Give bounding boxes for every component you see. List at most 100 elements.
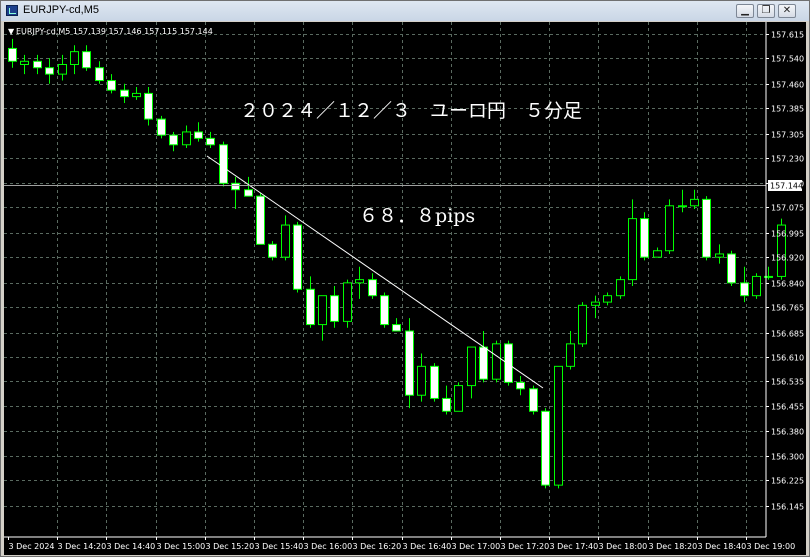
bear-candle-body (206, 137, 215, 146)
bear-candle-body (479, 346, 488, 380)
price-tick-label: 156.610 (771, 354, 804, 363)
bull-candle-body (566, 343, 575, 367)
minimize-icon: ▁ (741, 5, 749, 16)
bear-candle-body (504, 343, 513, 383)
bull-candle-body (492, 343, 501, 380)
bull-candle-body (616, 279, 625, 297)
time-tick-label: 3 Dec 15:40 (255, 542, 304, 551)
bear-candle-body (107, 80, 116, 91)
time-tick-label: 3 Dec 17:00 (452, 542, 501, 551)
price-tick-label: 157.305 (771, 131, 804, 140)
bear-candle-body (541, 410, 550, 486)
price-tick-label: 157.075 (771, 204, 804, 213)
price-axis: 157.615 157.540 157.460 157.385 157.305 157.2… (765, 22, 804, 537)
price-tick-label: 156.535 (771, 378, 804, 387)
bull-candle-body (752, 275, 761, 297)
time-tick-label: 3 Dec 17:40 (550, 542, 599, 551)
price-tick-label: 156.380 (771, 428, 804, 437)
bull-candle-body (132, 92, 141, 98)
close-icon: ✕ (782, 5, 792, 16)
bear-candle-body (702, 198, 711, 258)
bear-candle-body (231, 182, 240, 191)
bear-candle-body (293, 224, 302, 290)
bear-candle-body (256, 195, 265, 245)
bear-candle-body (82, 51, 91, 69)
minimize-button[interactable]: ▁ (736, 4, 754, 18)
price-tick-label: 156.455 (771, 403, 804, 412)
bear-candle-body (33, 60, 42, 69)
time-tick-label: 3 Dec 16:20 (353, 542, 402, 551)
time-tick-label: 3 Dec 15:00 (157, 542, 206, 551)
symbol-arrow-icon: ▼ (8, 27, 15, 36)
bear-candle-body (219, 144, 228, 184)
time-tick-label: 3 Dec 14:40 (107, 542, 156, 551)
price-tick-label: 157.615 (771, 31, 804, 40)
bull-candle-body (417, 365, 426, 396)
bull-candle-body (58, 64, 67, 75)
chart-area[interactable]: 157.615 157.540 157.460 157.385 157.305 157.2… (4, 22, 806, 555)
bull-candle-body (554, 365, 563, 486)
bull-candle-body (355, 279, 364, 284)
time-tick-label: 3 Dec 16:40 (403, 542, 452, 551)
time-tick-label: 3 Dec 15:20 (206, 542, 255, 551)
bear-candle-body (740, 282, 749, 297)
annotation-pips: ６８．８pips (359, 205, 475, 227)
time-tick-label: 3 Dec 17:20 (501, 542, 550, 551)
bear-candle-body (144, 92, 153, 120)
restore-icon: ❐ (761, 5, 771, 16)
bull-candle-body (454, 385, 463, 412)
candlestick-chart[interactable]: 157.615 157.540 157.460 157.385 157.305 157.2… (4, 22, 806, 555)
window-title: EURJPY-cd,M5 (23, 4, 100, 16)
bull-candle-body (182, 131, 191, 146)
price-tick-label: 157.385 (771, 105, 804, 114)
time-tick-label: 3 Dec 16:00 (304, 542, 353, 551)
price-tick-label: 156.840 (771, 280, 804, 289)
bull-candle-body (603, 295, 612, 303)
bear-candle-body (368, 279, 377, 297)
restore-button[interactable]: ❐ (757, 4, 775, 18)
bull-candle-body (665, 205, 674, 252)
chart-window-icon (6, 5, 18, 16)
title-bar[interactable]: EURJPY-cd,M5 ▁ ❐ ✕ (1, 1, 809, 21)
time-tick-label: 3 Dec 2024 (9, 542, 55, 551)
time-tick-label: 3 Dec 19:00 (747, 542, 796, 551)
trend-line[interactable] (206, 155, 544, 389)
annotation-title: ２０２４／１２／３ ユーロ円 ５分足 (240, 100, 582, 122)
price-tick-label: 156.920 (771, 254, 804, 263)
chart-window: EURJPY-cd,M5 ▁ ❐ ✕ 157.615 157.540 157.460… (0, 0, 810, 557)
bear-candle-body (405, 330, 414, 396)
bear-candle-body (194, 131, 203, 139)
bear-candle-body (8, 47, 17, 62)
price-tick-label: 156.145 (771, 503, 804, 512)
price-tick-label: 157.460 (771, 81, 804, 90)
bull-candle-body (690, 198, 699, 207)
price-tick-label: 156.995 (771, 230, 804, 239)
bear-candle-body (380, 295, 389, 326)
price-tick-label: 156.765 (771, 304, 804, 313)
bear-candle-body (169, 134, 178, 146)
chart-info-caption: EURJPY-cd,M5 157.139 157.146 157.115 157… (16, 27, 213, 36)
bull-candle-body (281, 224, 290, 258)
bull-candle-body (591, 301, 600, 306)
close-button[interactable]: ✕ (778, 4, 796, 18)
bear-candle-body (306, 288, 315, 326)
bear-candle-body (330, 295, 339, 322)
bull-candle-body (467, 346, 476, 387)
price-tick-label: 156.685 (771, 330, 804, 339)
time-tick-label: 3 Dec 18:40 (698, 542, 747, 551)
time-tick-label: 3 Dec 18:20 (649, 542, 698, 551)
price-tick-label: 157.230 (771, 155, 804, 164)
bull-candle-body (678, 205, 687, 208)
bear-candle-body (392, 324, 401, 332)
bear-candle-body (430, 365, 439, 399)
bear-candle-body (640, 218, 649, 258)
bear-candle-body (268, 243, 277, 258)
bear-candle-body (244, 189, 253, 197)
bull-candle-body (653, 250, 662, 258)
bear-candle-body (529, 388, 538, 412)
bull-candle-body (318, 295, 327, 326)
bull-candle-body (628, 218, 637, 281)
time-tick-label: 3 Dec 18:00 (599, 542, 648, 551)
bear-candle-body (120, 89, 129, 98)
time-tick-label: 3 Dec 14:20 (58, 542, 107, 551)
